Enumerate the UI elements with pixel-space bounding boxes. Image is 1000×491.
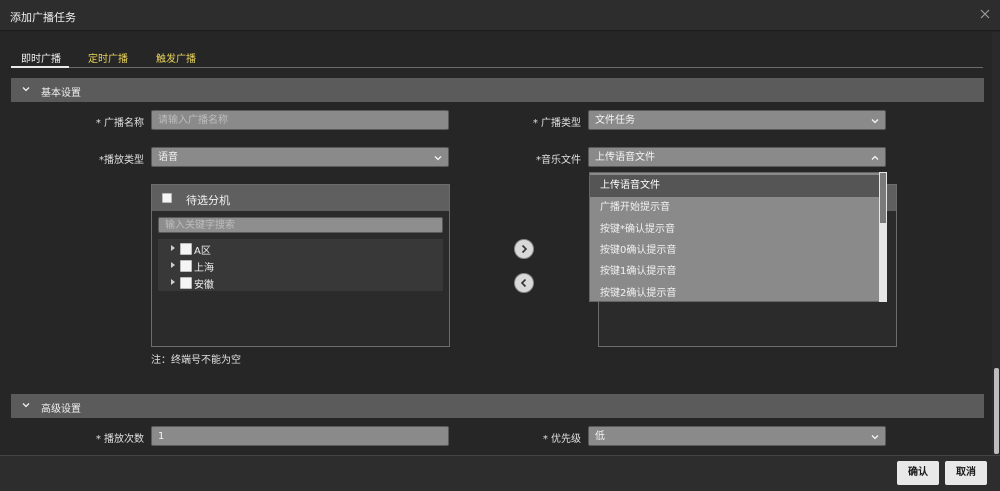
select-all-checkbox[interactable] — [162, 193, 172, 203]
note-text: 注：终端号不能为空 — [151, 355, 241, 366]
tab-trigger-broadcast[interactable]: 触发广播 — [156, 50, 196, 65]
play-count-input[interactable]: 1 — [151, 426, 449, 446]
confirm-button[interactable]: 确认 — [897, 461, 939, 485]
chevron-down-icon — [434, 156, 442, 161]
advanced-settings-title: 高级设置 — [41, 404, 81, 415]
chevron-up-icon — [871, 155, 879, 160]
play-type-value: 语音 — [158, 152, 178, 163]
music-file-label: *音乐文件 — [536, 155, 581, 166]
advanced-settings-header[interactable]: 高级设置 — [11, 394, 984, 418]
broadcast-name-label: * 广播名称 — [95, 118, 144, 129]
priority-select[interactable]: 低 — [588, 426, 886, 446]
dropdown-scrollbar-thumb[interactable] — [880, 173, 886, 223]
basic-settings-header[interactable]: 基本设置 — [11, 78, 984, 102]
tree-node-a[interactable]: A区 — [158, 240, 443, 257]
dropdown-option[interactable]: 按键0确认提示音 — [590, 240, 880, 262]
basic-settings-title: 基本设置 — [41, 88, 81, 99]
chevron-down-icon — [871, 119, 879, 124]
priority-label: * 优先级 — [542, 434, 581, 445]
tab-instant-broadcast[interactable]: 即时广播 — [21, 50, 61, 65]
tree-checkbox[interactable] — [180, 277, 192, 289]
move-left-button[interactable] — [514, 273, 534, 293]
broadcast-name-input[interactable]: 请输入广播名称 — [151, 110, 449, 130]
caret-right-icon — [171, 262, 175, 268]
play-type-select[interactable]: 语音 — [151, 147, 449, 167]
caret-right-icon — [171, 279, 175, 285]
broadcast-type-value: 文件任务 — [595, 115, 635, 126]
music-file-dropdown: 上传语音文件 广播开始提示音 按键*确认提示音 按键0确认提示音 按键1确认提示… — [589, 172, 887, 302]
tree-node-anhui[interactable]: 安徽 — [158, 274, 443, 291]
tree-node-label: A区 — [194, 246, 211, 257]
search-input[interactable]: 输入关键字搜索 — [158, 217, 443, 233]
panel-header: 待选分机 — [152, 185, 449, 211]
priority-value: 低 — [595, 431, 605, 442]
dropdown-option[interactable]: 按键1确认提示音 — [590, 261, 880, 283]
tree-node-label: 上海 — [194, 263, 214, 274]
dialog-titlebar — [0, 0, 1000, 31]
tree-checkbox[interactable] — [180, 260, 192, 272]
tree-node-shanghai[interactable]: 上海 — [158, 257, 443, 274]
tab-divider — [11, 67, 983, 68]
chevron-left-icon — [520, 278, 527, 288]
tree-checkbox[interactable] — [180, 243, 192, 255]
play-type-label: *播放类型 — [99, 155, 144, 166]
caret-right-icon — [171, 245, 175, 251]
music-file-value: 上传语音文件 — [595, 152, 655, 163]
chevron-down-icon — [871, 435, 879, 440]
dialog-footer — [0, 455, 1000, 491]
tree-node-label: 安徽 — [194, 280, 214, 291]
dialog-title: 添加广播任务 — [10, 11, 76, 24]
broadcast-type-select[interactable]: 文件任务 — [588, 110, 886, 130]
available-extensions-panel: 待选分机 输入关键字搜索 A区 上海 安徽 — [151, 184, 450, 347]
tab-scheduled-broadcast[interactable]: 定时广播 — [88, 50, 128, 65]
extension-tree: A区 上海 安徽 — [158, 239, 443, 291]
dropdown-option[interactable]: 按键*确认提示音 — [590, 219, 880, 241]
dropdown-option[interactable]: 按键2确认提示音 — [590, 283, 880, 301]
dropdown-option[interactable]: 广播开始提示音 — [590, 197, 880, 219]
chevron-down-icon — [21, 84, 31, 94]
chevron-down-icon — [21, 400, 31, 410]
broadcast-type-label: * 广播类型 — [532, 118, 581, 129]
move-right-button[interactable] — [514, 239, 534, 259]
chevron-right-icon — [521, 244, 528, 254]
page-scrollbar-thumb[interactable] — [994, 368, 999, 454]
dropdown-option[interactable]: 上传语音文件 — [590, 175, 880, 197]
music-file-select[interactable]: 上传语音文件 — [588, 147, 886, 167]
close-icon[interactable] — [978, 7, 992, 21]
active-tab-indicator — [11, 66, 69, 68]
cancel-button[interactable]: 取消 — [945, 461, 987, 485]
play-count-label: * 播放次数 — [95, 434, 144, 445]
panel-title: 待选分机 — [186, 194, 230, 207]
